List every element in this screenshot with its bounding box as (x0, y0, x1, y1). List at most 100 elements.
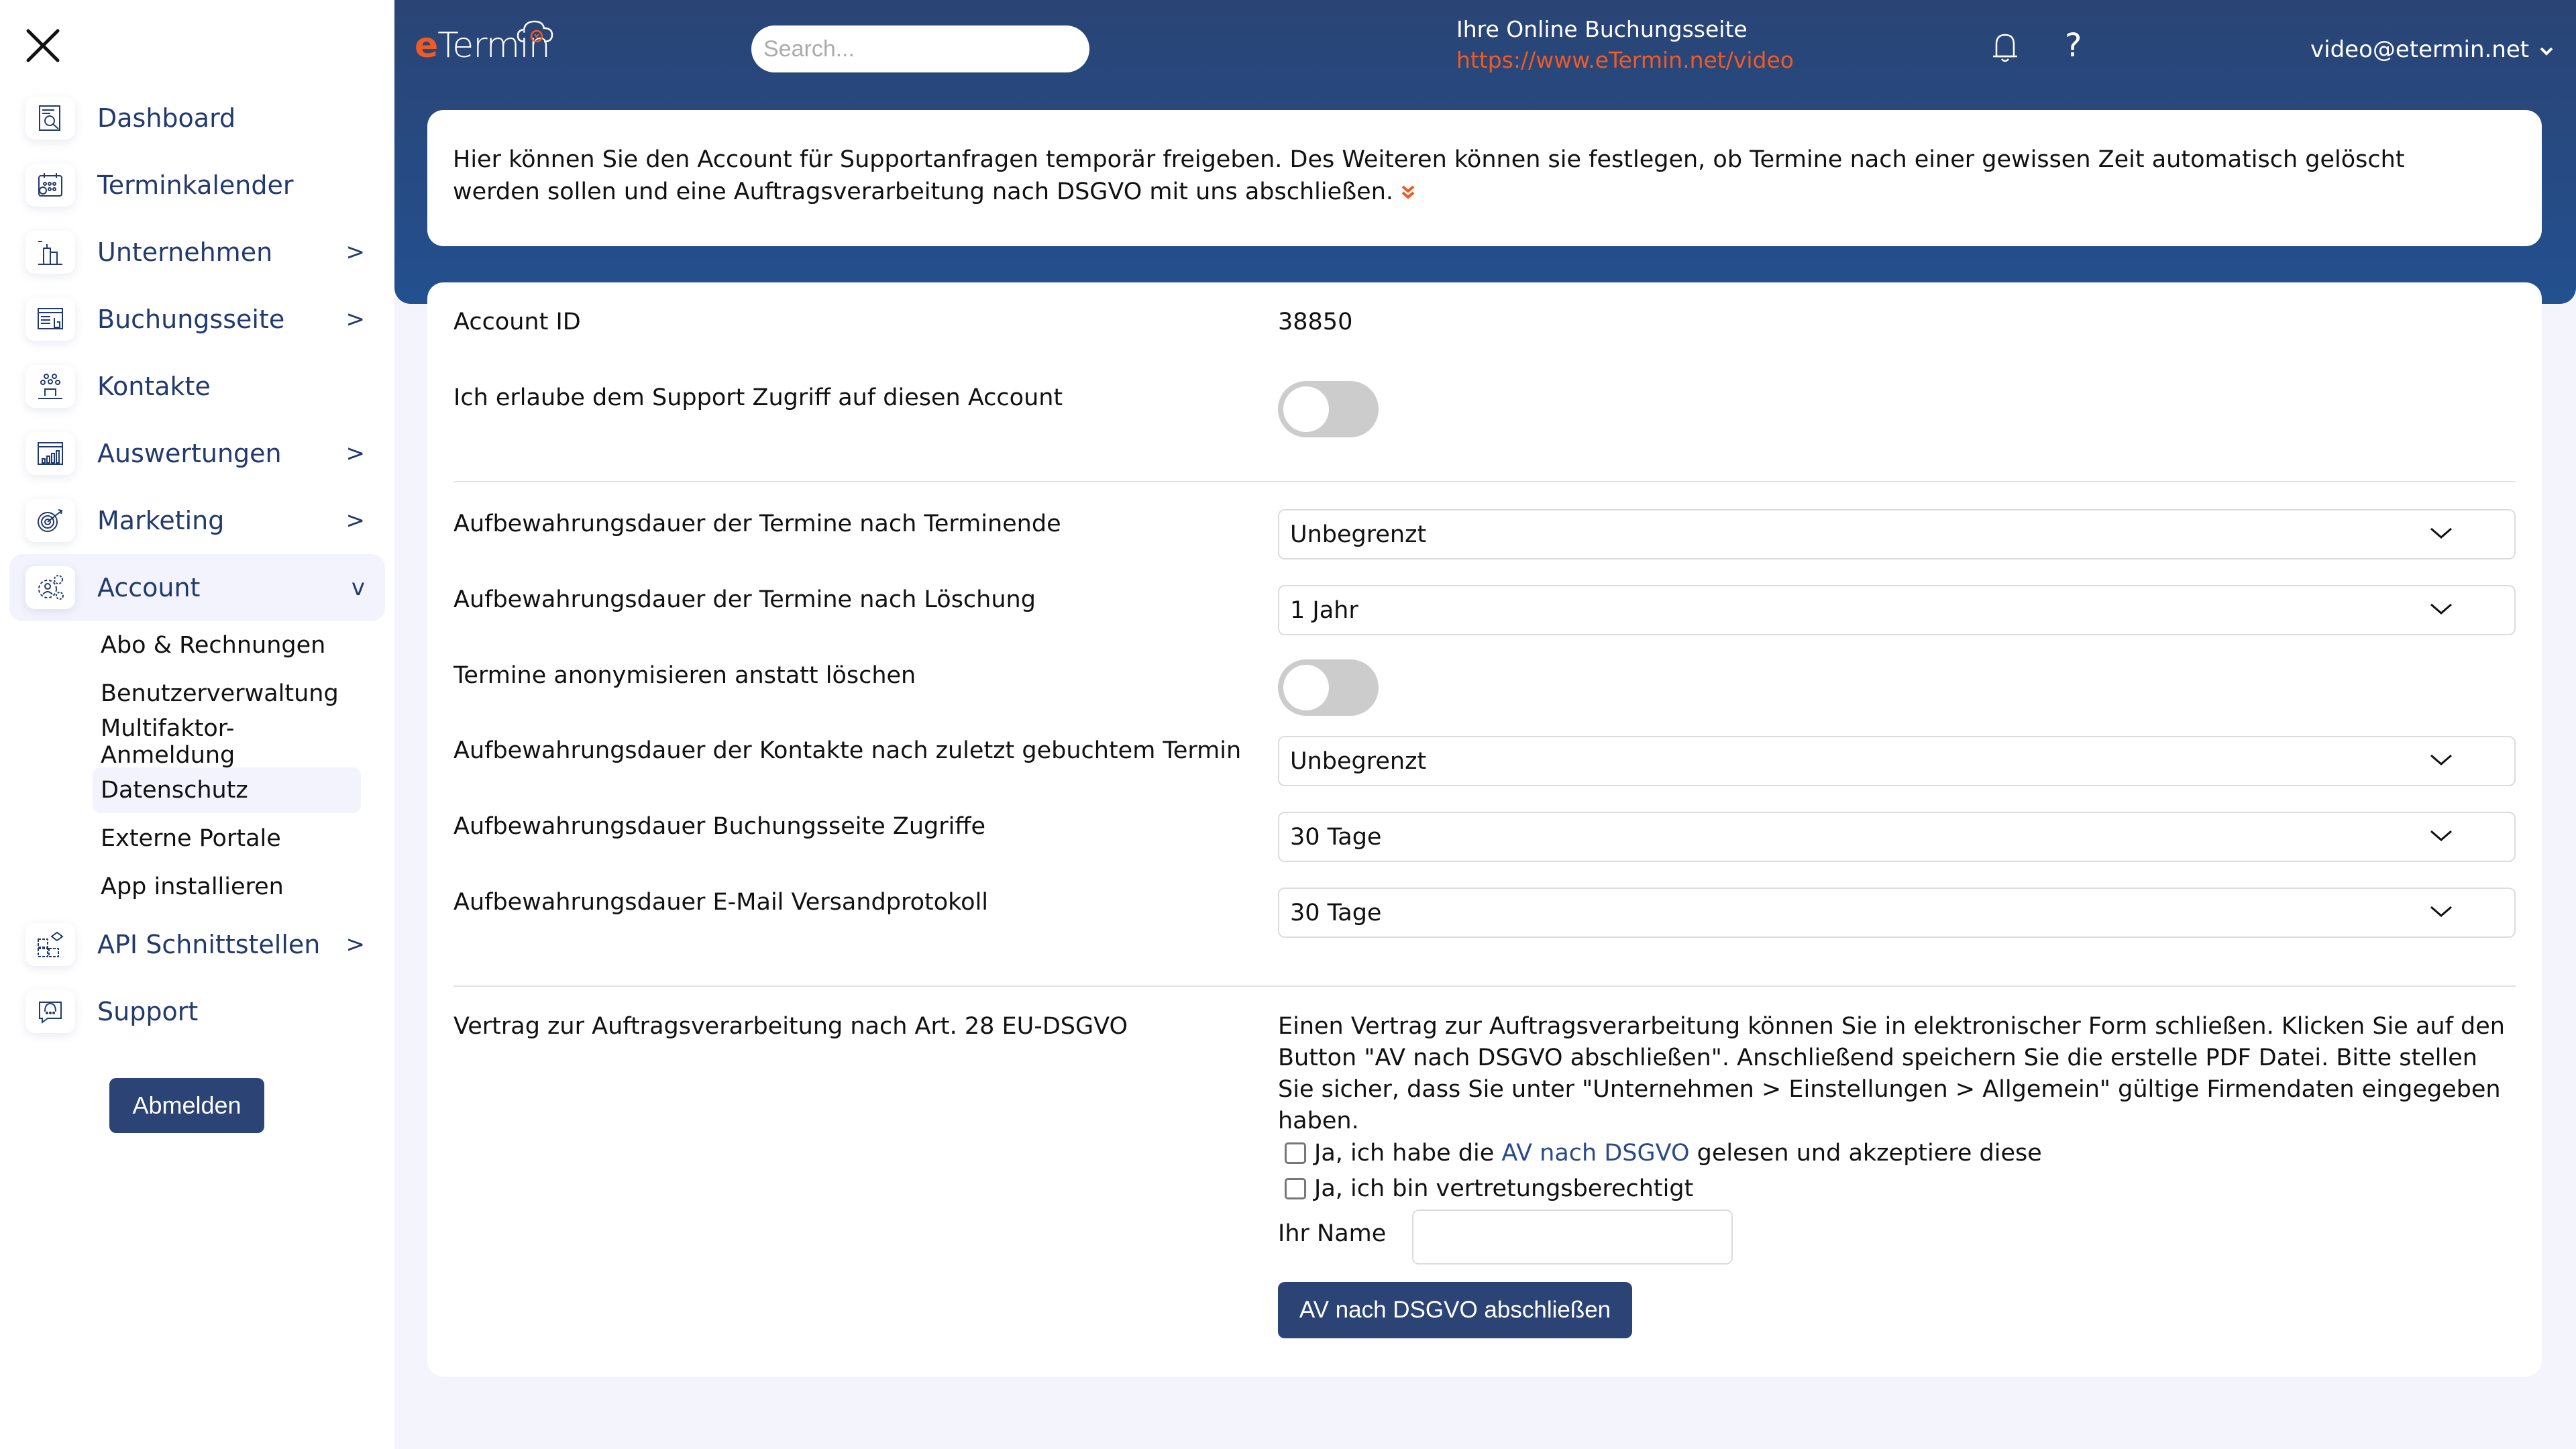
chevron-right-icon: > (345, 239, 366, 266)
select-value: Unbegrenzt (1290, 747, 1427, 775)
av-document-link[interactable]: AV nach DSGVO (1501, 1140, 1689, 1167)
sidebar-subitem-app-installieren[interactable]: App installieren (93, 864, 361, 910)
company-icon (25, 231, 75, 274)
sidebar-item-label: Unternehmen (97, 237, 273, 267)
dashboard-icon (25, 97, 75, 140)
av-submit-button[interactable]: AV nach DSGVO abschließen (1278, 1282, 1632, 1338)
sidebar-item-label: Auswertungen (97, 439, 282, 468)
select-value: Unbegrenzt (1290, 521, 1427, 548)
intro-text: Hier können Sie den Account für Supporta… (453, 144, 2499, 208)
av-accept-text: Ja, ich habe die AV nach DSGVO gelesen u… (1314, 1140, 2042, 1167)
select-value: 30 Tage (1290, 823, 1382, 851)
anonymize-label: Termine anonymisieren anstatt löschen (453, 662, 916, 689)
retention-after-end-label: Aufbewahrungsdauer der Termine nach Term… (453, 511, 1061, 537)
sidebar-item-account[interactable]: Account v (9, 554, 385, 621)
sidebar-item-label: Terminkalender (97, 170, 294, 200)
sidebar-subitem-benutzerverwaltung[interactable]: Benutzerverwaltung (93, 671, 361, 716)
cloud-clock-icon (517, 20, 553, 43)
av-accept-row: Ja, ich habe die AV nach DSGVO gelesen u… (1285, 1140, 2042, 1167)
retention-after-end-select[interactable]: Unbegrenzt (1278, 509, 2516, 559)
chevron-right-icon: > (345, 440, 366, 467)
support-access-label: Ich erlaube dem Support Zugriff auf dies… (453, 384, 1063, 411)
api-icon (25, 923, 75, 966)
sidebar-item-label: Marketing (97, 506, 225, 535)
calendar-icon (25, 164, 75, 207)
sidebar-item-support[interactable]: Support (9, 978, 385, 1045)
account-id-label: Account ID (453, 309, 581, 335)
sidebar-item-label: API Schnittstellen (97, 930, 321, 959)
toggle-knob (1283, 386, 1329, 432)
sidebar-item-terminkalender[interactable]: Terminkalender (9, 152, 385, 219)
representative-row: Ja, ich bin vertretungsberechtigt (1285, 1175, 1693, 1202)
sidebar-item-auswertungen[interactable]: Auswertungen > (9, 420, 385, 487)
close-icon[interactable] (24, 27, 62, 64)
anonymize-toggle[interactable] (1278, 659, 1379, 716)
sidebar-item-buchungsseite[interactable]: Buchungsseite > (9, 286, 385, 353)
representative-checkbox[interactable] (1285, 1178, 1306, 1199)
retention-after-delete-select[interactable]: 1 Jahr (1278, 585, 2516, 635)
sidebar-item-label: Account (97, 573, 201, 602)
expand-icon[interactable] (1401, 178, 1415, 205)
booking-page-link[interactable]: https://www.eTermin.net/video (1456, 47, 1794, 73)
scroll-gutter (2555, 304, 2576, 1449)
sidebar-item-label: Support (97, 997, 199, 1026)
sidebar-subitem-externe-portale[interactable]: Externe Portale (93, 816, 361, 861)
divider (453, 985, 2516, 987)
email-log-retention-select[interactable]: 30 Tage (1278, 888, 2516, 938)
contacts-retention-select[interactable]: Unbegrenzt (1278, 736, 2516, 786)
sidebar-subitem-datenschutz[interactable]: Datenschutz (93, 767, 361, 813)
bell-icon[interactable] (1991, 31, 2019, 64)
marketing-icon (25, 499, 75, 542)
account-icon (25, 566, 75, 609)
sidebar-item-label: Dashboard (97, 103, 236, 133)
intro-description: Hier können Sie den Account für Supporta… (453, 146, 2405, 205)
av-accept-checkbox[interactable] (1285, 1142, 1306, 1164)
chevron-down-icon (2430, 603, 2452, 614)
chevron-down-icon (2540, 47, 2553, 56)
sidebar-item-label: Buchungsseite (97, 305, 285, 334)
reports-icon (25, 432, 75, 475)
divider (453, 481, 2516, 482)
logout-button[interactable]: Abmelden (109, 1078, 264, 1133)
chevron-right-icon: > (345, 507, 366, 534)
sidebar-item-dashboard[interactable]: Dashboard (9, 85, 385, 152)
help-icon[interactable]: ? (2065, 27, 2082, 64)
sidebar-item-marketing[interactable]: Marketing > (9, 487, 385, 554)
representative-text: Ja, ich bin vertretungsberechtigt (1314, 1175, 1694, 1202)
sidebar-item-unternehmen[interactable]: Unternehmen > (9, 219, 385, 286)
support-access-toggle[interactable] (1278, 381, 1379, 437)
av-accept-pre: Ja, ich habe die (1314, 1140, 1502, 1167)
chevron-down-icon: v (351, 574, 365, 601)
name-label: Ihr Name (1278, 1220, 1387, 1247)
booking-access-retention-select[interactable]: 30 Tage (1278, 812, 2516, 862)
toggle-knob (1283, 665, 1329, 710)
intro-card: Hier können Sie den Account für Supporta… (427, 110, 2542, 246)
av-contract-label: Vertrag zur Auftragsverarbeitung nach Ar… (453, 1013, 1128, 1040)
search-input[interactable] (751, 25, 1089, 72)
chevron-right-icon: > (345, 306, 366, 333)
account-id-value: 38850 (1278, 309, 1353, 335)
chevron-down-icon (2430, 527, 2452, 539)
contacts-retention-label: Aufbewahrungsdauer der Kontakte nach zul… (453, 737, 1242, 764)
sidebar-subitem-multifaktor-anmeldung[interactable]: Multifaktor-Anmeldung (93, 715, 361, 769)
sidebar: Dashboard Terminkalender Unternehmen > B… (0, 0, 394, 1449)
booking-page-icon (25, 298, 75, 341)
support-icon (25, 990, 75, 1033)
retention-after-delete-label: Aufbewahrungsdauer der Termine nach Lösc… (453, 586, 1036, 613)
chevron-right-icon: > (345, 931, 366, 958)
sidebar-item-kontakte[interactable]: Kontakte (9, 353, 385, 420)
select-value: 30 Tage (1290, 899, 1382, 926)
sidebar-subitem-abo-rechnungen[interactable]: Abo & Rechnungen (93, 623, 361, 668)
chevron-down-icon (2430, 754, 2452, 765)
name-input[interactable] (1412, 1210, 1733, 1265)
contacts-icon (25, 365, 75, 408)
booking-page-title: Ihre Online Buchungsseite (1456, 16, 1748, 42)
chevron-down-icon (2430, 906, 2452, 917)
email-log-retention-label: Aufbewahrungsdauer E-Mail Versandprotoko… (453, 889, 989, 916)
av-description: Einen Vertrag zur Auftragsverarbeitung k… (1278, 1013, 2505, 1134)
privacy-settings-card: Account ID 38850 Ich erlaube dem Support… (427, 282, 2542, 1377)
sidebar-item-api-schnittstellen[interactable]: API Schnittstellen > (9, 911, 385, 978)
user-email: video@etermin.net (2310, 36, 2530, 63)
user-menu[interactable]: video@etermin.net (2310, 36, 2554, 63)
select-value: 1 Jahr (1290, 596, 1358, 624)
